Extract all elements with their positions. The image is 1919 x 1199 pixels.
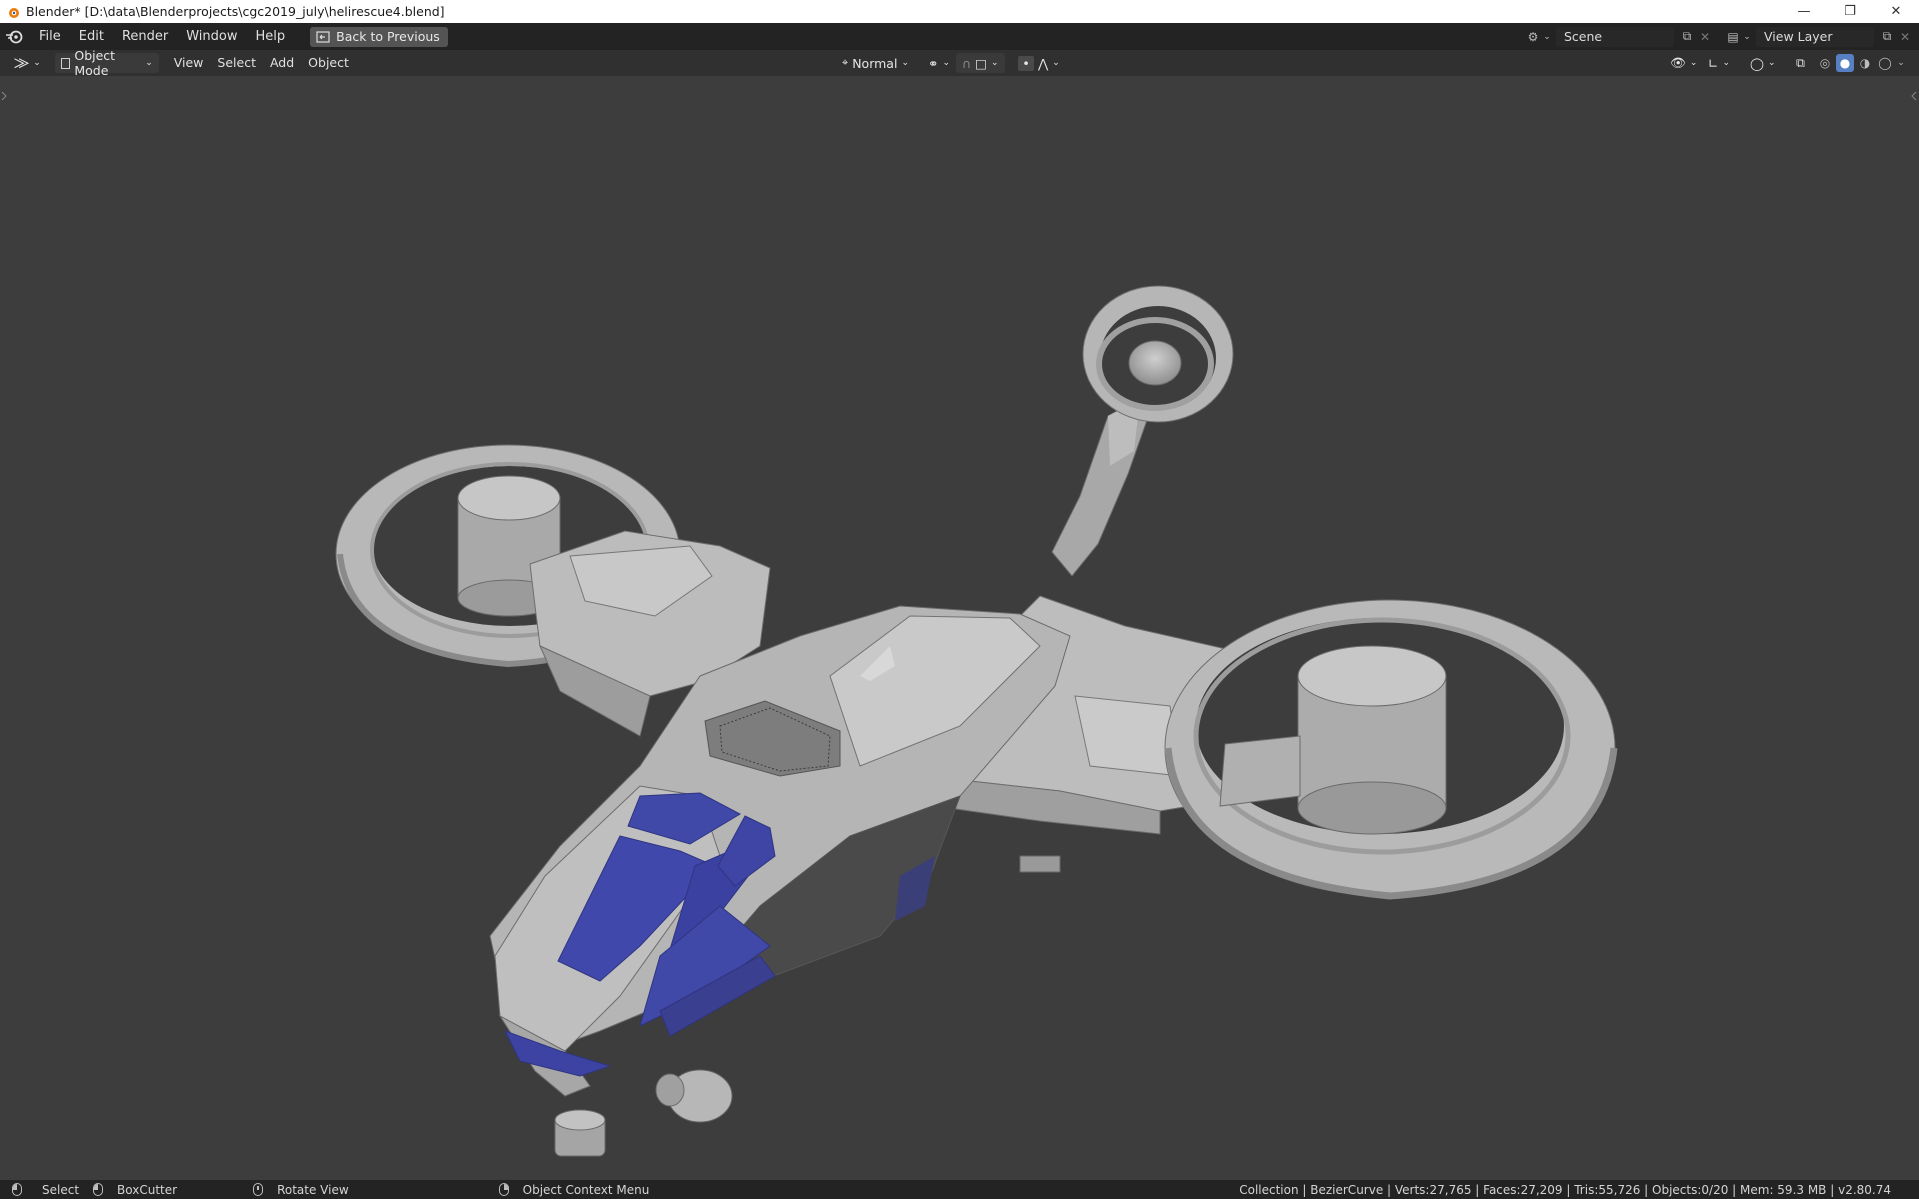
scene-icon[interactable]: ⚙ <box>1524 28 1542 46</box>
chevron-down-icon[interactable]: ⌄ <box>1896 54 1906 72</box>
back-to-previous-label: Back to Previous <box>336 29 440 44</box>
orientation-icon: ⌖ <box>842 56 849 69</box>
status-bar: Select BoxCutter Rotate View Object Cont… <box>0 1180 1919 1199</box>
restore-icon[interactable]: ❐ <box>1827 0 1873 23</box>
status-tool: BoxCutter <box>93 1183 177 1197</box>
status-select: Select <box>12 1183 79 1197</box>
shading-solid-icon[interactable]: ● <box>1836 54 1854 72</box>
close-icon[interactable]: ✕ <box>1873 0 1919 23</box>
falloff-icon: ⋀ <box>1038 55 1049 71</box>
menu-object[interactable]: Object <box>301 53 356 73</box>
blender-menu-icon[interactable] <box>0 26 30 48</box>
shading-rendered-icon[interactable]: ◯ <box>1876 54 1894 72</box>
chevron-down-icon: ⌄ <box>1768 58 1776 68</box>
mouse-right-icon <box>498 1183 509 1196</box>
back-to-previous-button[interactable]: Back to Previous <box>310 26 448 47</box>
transform-orientation-label: Normal <box>852 55 898 71</box>
3d-viewport-icon: ⨠ <box>14 55 30 71</box>
shading-material-icon[interactable]: ◑ <box>1856 54 1874 72</box>
scene-statistics: Collection | BezierCurve | Verts:27,765 … <box>1239 1182 1891 1197</box>
menu-help[interactable]: Help <box>247 26 295 48</box>
object-visibility-dropdown[interactable]: 👁 ⌄ <box>1664 53 1703 73</box>
menu-view[interactable]: View <box>167 53 211 73</box>
mouse-left-icon <box>12 1183 22 1196</box>
transform-orientation-dropdown[interactable]: ⌖ Normal ⌄ <box>836 53 915 73</box>
menu-select[interactable]: Select <box>210 53 263 73</box>
magnet-icon: ∩ <box>962 55 972 71</box>
delete-scene-icon[interactable]: ✕ <box>1696 28 1714 46</box>
pivot-point-dropdown[interactable]: ⚭ ⌄ <box>922 53 956 73</box>
new-view-layer-icon[interactable]: ⧉ <box>1878 28 1896 46</box>
overlays-dropdown[interactable]: ◯ ⌄ <box>1744 53 1782 73</box>
chevron-down-icon[interactable]: ⌄ <box>1542 28 1552 46</box>
chevron-down-icon: ⌄ <box>145 58 153 68</box>
sidebar-expand-icon <box>1911 91 1917 101</box>
view-layer-name-field[interactable]: View Layer <box>1756 26 1874 47</box>
chevron-down-icon[interactable]: ⌄ <box>1742 28 1752 46</box>
status-rotate: Rotate View <box>253 1183 349 1197</box>
minimize-icon[interactable]: — <box>1781 0 1827 23</box>
chevron-down-icon: ⌄ <box>1052 58 1060 68</box>
window-title: Blender* [D:\data\Blenderprojects\cgc201… <box>26 4 445 19</box>
xray-icon: ⧉ <box>1796 55 1805 70</box>
chevron-down-icon: ⌄ <box>1689 58 1698 68</box>
window-titlebar: Blender* [D:\data\Blenderprojects\cgc201… <box>0 0 1919 23</box>
chevron-down-icon: ⌄ <box>901 58 909 68</box>
eye-icon: 👁 <box>1670 55 1686 70</box>
object-mode-label: Object Mode <box>74 48 116 78</box>
menu-add[interactable]: Add <box>263 53 301 73</box>
screen-back-icon <box>316 30 330 43</box>
menu-edit[interactable]: Edit <box>70 26 113 48</box>
object-mode-dropdown[interactable]: Object Mode ⌄ <box>54 48 159 78</box>
proportional-edit-toggle[interactable]: • ⋀ ⌄ <box>1012 53 1066 73</box>
menu-file[interactable]: File <box>30 26 70 48</box>
mouse-drag-icon <box>93 1183 104 1196</box>
blender-logo-icon <box>9 7 19 18</box>
new-scene-icon[interactable]: ⧉ <box>1678 28 1696 46</box>
chevron-down-icon: ⌄ <box>33 58 41 68</box>
view-layer-selector: ▤ ⌄ View Layer ⧉ ✕ <box>1724 23 1914 50</box>
status-context-label: Object Context Menu <box>522 1182 650 1197</box>
top-menubar: File Edit Render Window Help Back to Pre… <box>0 23 1919 50</box>
toolbar-expand-icon <box>1 91 7 101</box>
status-tool-label: BoxCutter <box>117 1182 178 1197</box>
pivot-icon: ⚭ <box>928 55 939 71</box>
status-rotate-label: Rotate View <box>277 1182 349 1197</box>
status-context: Object Context Menu <box>498 1182 650 1197</box>
viewport-header: ⨠ ⌄ Object Mode ⌄ View Select Add Object… <box>0 48 1919 78</box>
mouse-middle-icon <box>253 1183 264 1196</box>
overlays-icon: ◯ <box>1750 55 1764 71</box>
chevron-down-icon: ⌄ <box>1722 58 1731 68</box>
menu-window[interactable]: Window <box>177 26 246 48</box>
gizmo-dropdown[interactable]: ∟ ⌄ <box>1702 53 1736 73</box>
helicopter-model <box>1 91 1917 1157</box>
xray-toggle[interactable]: ⧉ <box>1790 53 1811 73</box>
status-select-label: Select <box>42 1182 80 1197</box>
shading-wireframe-icon[interactable]: ◎ <box>1816 54 1834 72</box>
snap-element-icon: □ <box>975 55 987 71</box>
gizmo-icon: ∟ <box>1708 55 1719 71</box>
chevron-down-icon: ⌄ <box>990 58 999 68</box>
scene-name-field[interactable]: Scene <box>1556 26 1674 47</box>
chevron-down-icon: ⌄ <box>942 58 951 68</box>
object-mode-icon <box>60 57 71 69</box>
shading-mode-group: ◎ ● ◑ ◯ ⌄ <box>1816 54 1906 72</box>
view-layer-icon[interactable]: ▤ <box>1724 28 1742 46</box>
delete-view-layer-icon[interactable]: ✕ <box>1896 28 1914 46</box>
editor-type-dropdown[interactable]: ⨠ ⌄ <box>8 53 47 73</box>
proportional-edit-icon: • <box>1018 55 1034 71</box>
menu-render[interactable]: Render <box>113 26 177 48</box>
snap-toggle[interactable]: ∩ □ ⌄ <box>956 53 1005 73</box>
scene-selector: ⚙ ⌄ Scene ⧉ ✕ <box>1524 23 1714 50</box>
3d-viewport[interactable] <box>0 76 1919 1180</box>
